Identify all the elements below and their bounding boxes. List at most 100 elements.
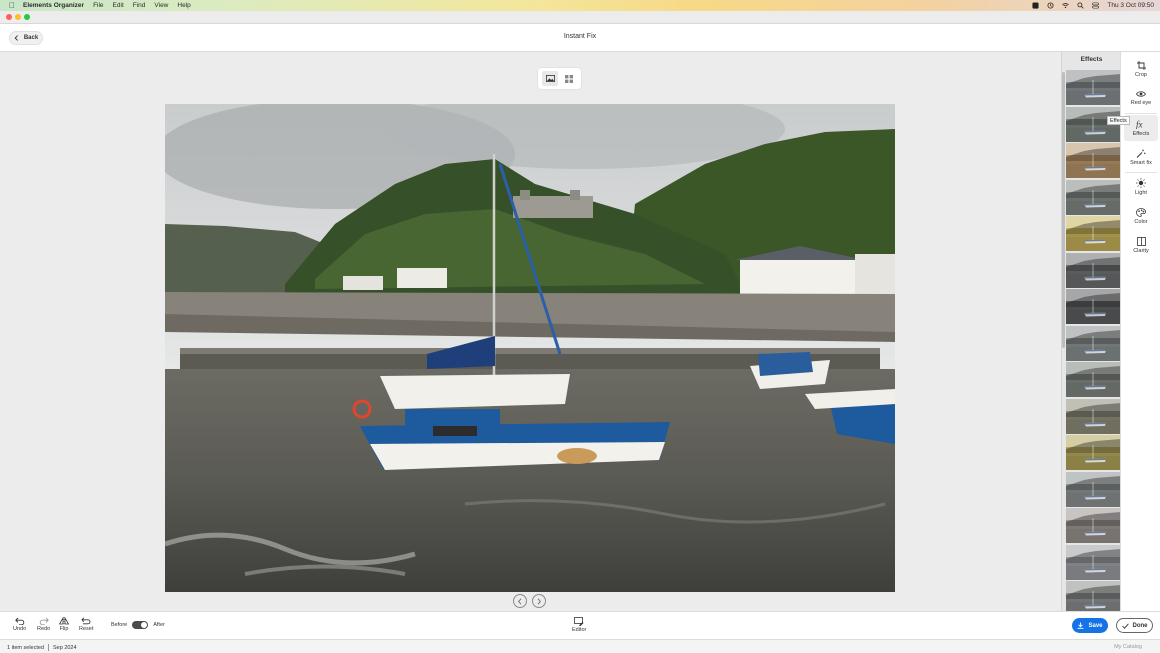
- view-mode-toggle: [538, 68, 581, 89]
- smart-fix-tool-button[interactable]: Smart fix: [1124, 144, 1158, 170]
- editor-label: Editor: [572, 627, 587, 633]
- effect-thumbnail[interactable]: [1066, 508, 1121, 543]
- clarity-tool-label: Clarity: [1133, 247, 1149, 254]
- close-window-button[interactable]: [6, 14, 12, 20]
- before-after-control: Before After: [111, 621, 165, 629]
- window-titlebar: [0, 11, 1160, 24]
- menu-file[interactable]: File: [93, 2, 103, 9]
- wifi-icon[interactable]: [1062, 2, 1070, 9]
- effect-thumbnail[interactable]: [1066, 252, 1121, 288]
- light-tool-label: Light: [1135, 190, 1147, 196]
- editor-button[interactable]: Editor: [572, 617, 586, 633]
- page-title: Instant Fix: [563, 33, 597, 40]
- status-divider: [48, 644, 49, 651]
- effects-tooltip: Effects: [1107, 116, 1130, 125]
- menubar-clock[interactable]: Thu 3 Oct 09:50: [1107, 2, 1154, 9]
- effects-panel: Effects: [1061, 52, 1121, 611]
- reset-icon: [81, 617, 91, 625]
- tool-divider: [1125, 172, 1157, 173]
- effect-thumbnail[interactable]: [1066, 289, 1121, 324]
- effects-thumbnail-list: [1066, 70, 1121, 611]
- tool-divider: [1125, 113, 1157, 114]
- previous-photo-button[interactable]: [513, 594, 527, 608]
- download-icon: [1077, 622, 1084, 629]
- save-button[interactable]: Save: [1072, 618, 1108, 633]
- grid-icon: [564, 74, 573, 83]
- done-label: Done: [1132, 622, 1148, 629]
- color-tool-label: Color: [1134, 218, 1148, 225]
- flip-label: Flip: [59, 626, 69, 632]
- effect-thumbnail[interactable]: [1066, 435, 1121, 470]
- effects-panel-title: Effects: [1080, 56, 1103, 63]
- tool-rail: Crop Red eye fx Effects Smart fix Light …: [1120, 52, 1160, 611]
- menu-view[interactable]: View: [154, 2, 168, 9]
- redo-button[interactable]: Redo: [37, 617, 50, 632]
- photo-navigation: [513, 594, 546, 608]
- clarity-tool-button[interactable]: Clarity: [1124, 232, 1158, 258]
- macos-menu-bar:  Elements Organizer File Edit Find View…: [0, 0, 1160, 11]
- menubar-status-area: Thu 3 Oct 09:50: [1032, 0, 1154, 11]
- eye-icon: [1136, 91, 1146, 97]
- app-status-icon[interactable]: [1032, 2, 1039, 9]
- control-center-icon[interactable]: [1092, 2, 1100, 9]
- menu-app-name[interactable]: Elements Organizer: [23, 2, 84, 9]
- done-button[interactable]: Done: [1116, 618, 1153, 633]
- crop-tool-label: Crop: [1135, 71, 1147, 78]
- minimize-window-button[interactable]: [15, 14, 21, 20]
- svg-text:fx: fx: [1136, 120, 1143, 129]
- sun-icon: [1136, 178, 1146, 188]
- before-after-toggle[interactable]: [132, 621, 149, 629]
- chevron-left-icon: [517, 598, 522, 604]
- red-eye-tool-button[interactable]: Red eye: [1124, 85, 1158, 111]
- light-tool-button[interactable]: Light: [1124, 174, 1158, 200]
- crop-tool-button[interactable]: Crop: [1124, 56, 1158, 82]
- time-machine-icon[interactable]: [1047, 2, 1054, 9]
- effect-thumbnail[interactable]: [1066, 325, 1121, 361]
- effect-thumbnail[interactable]: [1066, 143, 1121, 178]
- redo-label: Redo: [37, 626, 51, 632]
- spotlight-search-icon[interactable]: [1077, 2, 1085, 9]
- effect-thumbnail[interactable]: [1066, 544, 1121, 580]
- effect-thumbnail[interactable]: [1066, 362, 1121, 397]
- fx-icon: fx: [1136, 120, 1143, 129]
- checkmark-icon: [1121, 623, 1129, 629]
- menu-help[interactable]: Help: [177, 2, 190, 9]
- reset-button[interactable]: Reset: [79, 617, 93, 632]
- undo-button[interactable]: Undo: [13, 617, 26, 632]
- single-image-icon: [545, 75, 555, 82]
- flip-button[interactable]: Flip: [59, 617, 69, 632]
- status-bar: 1 item selected Sep 2024 My Catalog: [0, 639, 1160, 653]
- clarity-icon: [1136, 236, 1146, 246]
- single-view-button[interactable]: [542, 71, 559, 86]
- selection-count: 1 item selected: [7, 644, 44, 651]
- after-label: After: [153, 622, 165, 628]
- menu-find[interactable]: Find: [133, 2, 146, 9]
- undo-label: Undo: [13, 626, 27, 632]
- magic-wand-icon: [1136, 149, 1146, 158]
- status-info: 1 item selected Sep 2024: [7, 644, 77, 651]
- effect-thumbnail[interactable]: [1066, 471, 1121, 507]
- photo-canvas: [0, 52, 1061, 611]
- next-photo-button[interactable]: [532, 594, 546, 608]
- effect-thumbnail[interactable]: [1066, 216, 1121, 251]
- before-label: Before: [111, 622, 128, 628]
- editor-icon: [574, 617, 584, 626]
- app-header: Back Instant Fix: [0, 24, 1160, 52]
- zoom-window-button[interactable]: [24, 14, 30, 20]
- catalog-name[interactable]: My Catalog: [1114, 644, 1142, 650]
- save-label: Save: [1088, 622, 1103, 629]
- undo-icon: [14, 617, 24, 625]
- harbor-photo: [165, 104, 895, 592]
- effects-scrollbar[interactable]: [1062, 72, 1065, 348]
- menu-edit[interactable]: Edit: [113, 2, 124, 9]
- color-tool-button[interactable]: Color: [1124, 203, 1158, 229]
- effect-thumbnail[interactable]: [1066, 581, 1121, 611]
- effect-thumbnail[interactable]: [1066, 70, 1121, 105]
- redo-icon: [39, 617, 49, 625]
- effect-thumbnail[interactable]: [1066, 179, 1121, 215]
- apple-logo-icon[interactable]: : [9, 1, 15, 10]
- grid-view-button[interactable]: [561, 71, 577, 86]
- smart-fix-tool-label: Smart fix: [1130, 159, 1152, 166]
- effect-thumbnail[interactable]: [1066, 398, 1121, 434]
- red-eye-tool-label: Red eye: [1130, 100, 1152, 106]
